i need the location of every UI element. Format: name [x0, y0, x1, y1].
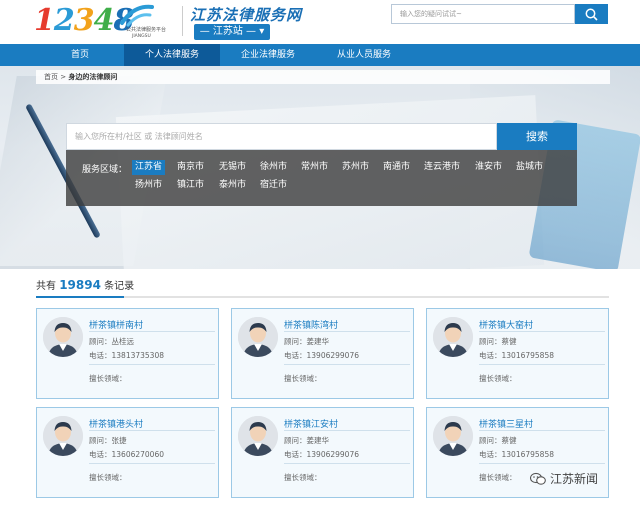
person-icon: [433, 317, 473, 357]
site-title: 江苏法律服务网: [190, 6, 303, 24]
logo-swoosh-icon: [120, 4, 154, 27]
region-filter-panel: 服务区域： 江苏省 南京市 无锡市 徐州市 常州市 苏州市 南通市 连云港市 淮…: [66, 150, 577, 206]
person-icon: [238, 416, 278, 456]
site-header: 12348 公共法律服务平台 JIANGSU 江苏法律服务网 — 江苏站 — ▾…: [0, 0, 640, 44]
results-number: 19894: [59, 278, 101, 292]
logo-number: 12348: [34, 3, 134, 38]
breadcrumb-current: 身边的法律顾问: [68, 73, 118, 81]
person-icon: [43, 416, 83, 456]
station-selector[interactable]: — 江苏站 — ▾: [194, 24, 270, 40]
card-specialty: 擅长领域：: [479, 374, 517, 383]
results-count: 共有 19894 条记录: [36, 277, 134, 292]
card-specialty: 擅长领域：: [479, 473, 517, 482]
header-divider: [182, 6, 183, 36]
card-specialty: 擅长领域：: [89, 473, 127, 482]
region-xuzhou[interactable]: 徐州市: [257, 160, 290, 175]
card-phone: 电话：13606270060: [89, 450, 164, 459]
results-prefix: 共有: [36, 281, 56, 292]
card-village-name[interactable]: 栟茶镇栟南村: [89, 318, 143, 331]
advisor-card[interactable]: 栟茶镇栟南村顾问：丛桂远电话：13813735308 擅长领域：: [36, 308, 219, 399]
card-advisor: 顾问：蔡健: [479, 436, 517, 445]
person-icon: [43, 317, 83, 357]
region-nantong[interactable]: 南通市: [380, 160, 413, 175]
person-icon: [433, 416, 473, 456]
nav-practitioner-service[interactable]: 从业人员服务: [316, 44, 412, 66]
avatar: [43, 416, 83, 456]
region-zhenjiang[interactable]: 镇江市: [174, 178, 207, 193]
logo-subtitle-en: JIANGSU: [132, 34, 151, 39]
search-icon: [585, 8, 598, 21]
avatar: [433, 317, 473, 357]
card-village-name[interactable]: 栟茶镇三星村: [479, 417, 533, 430]
region-huaian[interactable]: 淮安市: [472, 160, 505, 175]
card-advisor: 顾问：蔡健: [479, 337, 517, 346]
hero-banner: 首页 > 身边的法律顾问 输入您所在村/社区 或 法律顾问姓名 搜索 服务区域：…: [0, 66, 640, 269]
breadcrumb-separator: >: [60, 73, 67, 81]
card-specialty: 擅长领域：: [89, 374, 127, 383]
chevron-down-icon: ▾: [259, 26, 265, 37]
region-yancheng[interactable]: 盐城市: [513, 160, 546, 175]
top-search-input[interactable]: 输入您的疑问试试~: [391, 4, 575, 24]
card-phone: 电话：13016795858: [479, 450, 554, 459]
station-label: — 江苏站 —: [199, 26, 257, 37]
card-village-name[interactable]: 栟茶镇江安村: [284, 417, 338, 430]
avatar: [43, 317, 83, 357]
person-icon: [238, 317, 278, 357]
card-advisor: 顾问：姜建华: [284, 337, 329, 346]
card-phone: 电话：13813735308: [89, 351, 164, 360]
card-phone: 电话：13906299076: [284, 351, 359, 360]
region-jiangsu[interactable]: 江苏省: [132, 160, 166, 175]
advisor-card[interactable]: 栟茶镇大窑村顾问：蔡健电话：13016795858 擅长领域：: [426, 308, 609, 399]
region-lianyungang[interactable]: 连云港市: [421, 160, 463, 175]
breadcrumb: 首页 > 身边的法律顾问: [36, 70, 610, 84]
region-label: 服务区域：: [82, 165, 128, 175]
card-advisor: 顾问：张捷: [89, 436, 127, 445]
region-nanjing[interactable]: 南京市: [174, 160, 207, 175]
breadcrumb-home[interactable]: 首页: [44, 73, 58, 81]
card-specialty: 擅长领域：: [284, 374, 322, 383]
card-specialty: 擅长领域：: [284, 473, 322, 482]
watermark-text: 江苏新闻: [550, 472, 599, 486]
wechat-icon: [530, 472, 546, 485]
card-phone: 电话：13016795858: [479, 351, 554, 360]
region-suzhou[interactable]: 苏州市: [339, 160, 372, 175]
avatar: [238, 317, 278, 357]
card-phone: 电话：13906299076: [284, 450, 359, 459]
logo-subtitle: 公共法律服务平台: [126, 27, 167, 33]
advisor-card[interactable]: 栟茶镇陈湾村顾问：姜建华电话：13906299076 擅长领域：: [231, 308, 414, 399]
card-advisor: 顾问：姜建华: [284, 436, 329, 445]
results-divider-accent: [36, 296, 124, 298]
region-taizhou[interactable]: 泰州市: [216, 178, 249, 193]
avatar: [433, 416, 473, 456]
site-logo[interactable]: 12348 公共法律服务平台 JIANGSU: [34, 3, 184, 41]
avatar: [238, 416, 278, 456]
region-wuxi[interactable]: 无锡市: [216, 160, 249, 175]
advisor-card[interactable]: 栟茶镇港头村顾问：张捷电话：13606270060 擅长领域：: [36, 407, 219, 498]
main-nav: 首页 个人法律服务 企业法律服务 从业人员服务: [0, 44, 640, 66]
nav-enterprise-legal-service[interactable]: 企业法律服务: [220, 44, 316, 66]
card-advisor: 顾问：丛桂远: [89, 337, 134, 346]
nav-personal-legal-service[interactable]: 个人法律服务: [124, 44, 220, 66]
watermark: 江苏新闻: [530, 470, 598, 487]
region-yangzhou[interactable]: 扬州市: [132, 178, 165, 193]
top-search-button[interactable]: [575, 4, 608, 24]
nav-home[interactable]: 首页: [36, 44, 124, 66]
card-village-name[interactable]: 栟茶镇大窑村: [479, 318, 533, 331]
results-suffix: 条记录: [104, 281, 135, 292]
region-suqian[interactable]: 宿迁市: [257, 178, 290, 193]
advisor-search-input[interactable]: 输入您所在村/社区 或 法律顾问姓名: [66, 123, 497, 150]
region-changzhou[interactable]: 常州市: [298, 160, 331, 175]
card-village-name[interactable]: 栟茶镇陈湾村: [284, 318, 338, 331]
advisor-card[interactable]: 栟茶镇江安村顾问：姜建华电话：13906299076 擅长领域：: [231, 407, 414, 498]
card-village-name[interactable]: 栟茶镇港头村: [89, 417, 143, 430]
advisor-search-button[interactable]: 搜索: [497, 123, 577, 150]
